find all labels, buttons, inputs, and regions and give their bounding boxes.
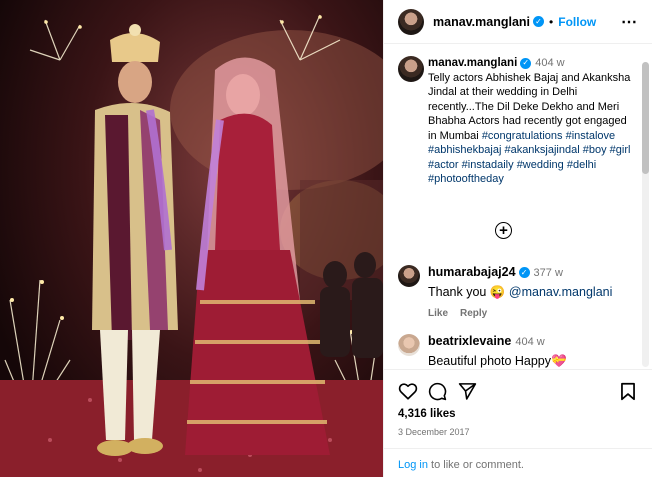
commenter-avatar[interactable] xyxy=(398,265,420,287)
verified-badge-icon: ✓ xyxy=(533,16,545,27)
scrollbar-thumb[interactable] xyxy=(642,62,649,174)
login-prompt-text: to like or comment. xyxy=(427,459,524,471)
author-username[interactable]: manav.manglani xyxy=(433,15,530,29)
caption-text: Telly actors Abhishek Bajaj and Akanksha… xyxy=(428,71,636,187)
comment-item: humarabajaj24 ✓ 377 w Thank you 😜 @manav.m… xyxy=(398,265,636,319)
wedding-photo-illustration xyxy=(0,14,383,477)
hashtag-link[interactable]: #photooftheday xyxy=(428,173,504,185)
follow-button[interactable]: Follow xyxy=(558,15,596,29)
hashtag-link[interactable]: #wedding xyxy=(517,159,564,171)
login-prompt: Log in to like or comment. xyxy=(384,448,652,478)
commenter-username[interactable]: beatrixlevaine xyxy=(428,334,511,348)
comment-timestamp[interactable]: 377 w xyxy=(534,267,563,279)
hashtag-link[interactable]: #girl xyxy=(610,144,631,156)
comment-like-button[interactable]: Like xyxy=(428,308,448,319)
post-details-panel: manav.manglani ✓ • Follow ⋯ manav.mangla… xyxy=(383,0,652,477)
login-link[interactable]: Log in xyxy=(398,459,428,471)
comment-actions: Like Reply xyxy=(428,308,636,319)
hashtag-link[interactable]: #instalove xyxy=(566,130,616,142)
comment-text: Thank you 😜 @manav.manglani xyxy=(428,285,636,300)
bookmark-icon[interactable] xyxy=(620,382,636,401)
comment-text: Beautiful photo Happy💝 xyxy=(428,354,567,368)
post-date[interactable]: 3 December 2017 xyxy=(398,427,470,437)
post-modal: manav.manglani ✓ • Follow ⋯ manav.mangla… xyxy=(0,0,652,477)
comment-item: beatrixlevaine 404 w Beautiful photo Happ… xyxy=(398,334,636,369)
separator-dot: • xyxy=(549,14,554,29)
commenter-avatar[interactable] xyxy=(398,334,420,356)
more-options-icon[interactable]: ⋯ xyxy=(621,12,638,32)
load-more-comments-icon[interactable]: + xyxy=(495,222,512,239)
verified-badge-icon: ✓ xyxy=(520,57,532,69)
hashtag-link[interactable]: #boy xyxy=(583,144,607,156)
comment-reply-button[interactable]: Reply xyxy=(460,308,487,319)
caption-username[interactable]: manav.manglani xyxy=(428,57,517,69)
hashtag-link[interactable]: #congratulations xyxy=(482,130,563,142)
comment-icon[interactable] xyxy=(428,382,447,401)
hashtag-link[interactable]: #instadaily xyxy=(462,159,514,171)
hashtag-link[interactable]: #delhi xyxy=(567,159,596,171)
likes-count[interactable]: 4,316 likes xyxy=(398,408,456,420)
author-avatar[interactable] xyxy=(398,8,424,35)
caption-author-avatar[interactable] xyxy=(398,56,424,82)
comments-scrollbar[interactable] xyxy=(642,62,649,367)
heart-icon[interactable] xyxy=(398,382,418,400)
comment-timestamp[interactable]: 404 w xyxy=(515,336,544,348)
verified-badge-icon: ✓ xyxy=(518,267,530,279)
hashtag-link[interactable]: #actor xyxy=(428,159,459,171)
post-photo[interactable] xyxy=(0,0,383,477)
share-icon[interactable] xyxy=(458,382,477,400)
caption-timestamp[interactable]: 404 w xyxy=(535,57,564,69)
commenter-username[interactable]: humarabajaj24 xyxy=(428,265,516,279)
post-caption: manav.manglani ✓ 404 w Telly actors Abhish… xyxy=(398,56,636,187)
hashtag-link[interactable]: #akanksjajindal xyxy=(504,144,579,156)
comment-body: Thank you 😜 xyxy=(428,285,506,299)
mention-link[interactable]: @manav.manglani xyxy=(509,285,612,299)
post-actions-bar: 4,316 likes 3 December 2017 Log in to li… xyxy=(384,369,652,477)
comments-section[interactable]: manav.manglani ✓ 404 w Telly actors Abhish… xyxy=(384,44,652,369)
post-header: manav.manglani ✓ • Follow ⋯ xyxy=(384,0,652,44)
hashtag-link[interactable]: #abhishekbajaj xyxy=(428,144,501,156)
